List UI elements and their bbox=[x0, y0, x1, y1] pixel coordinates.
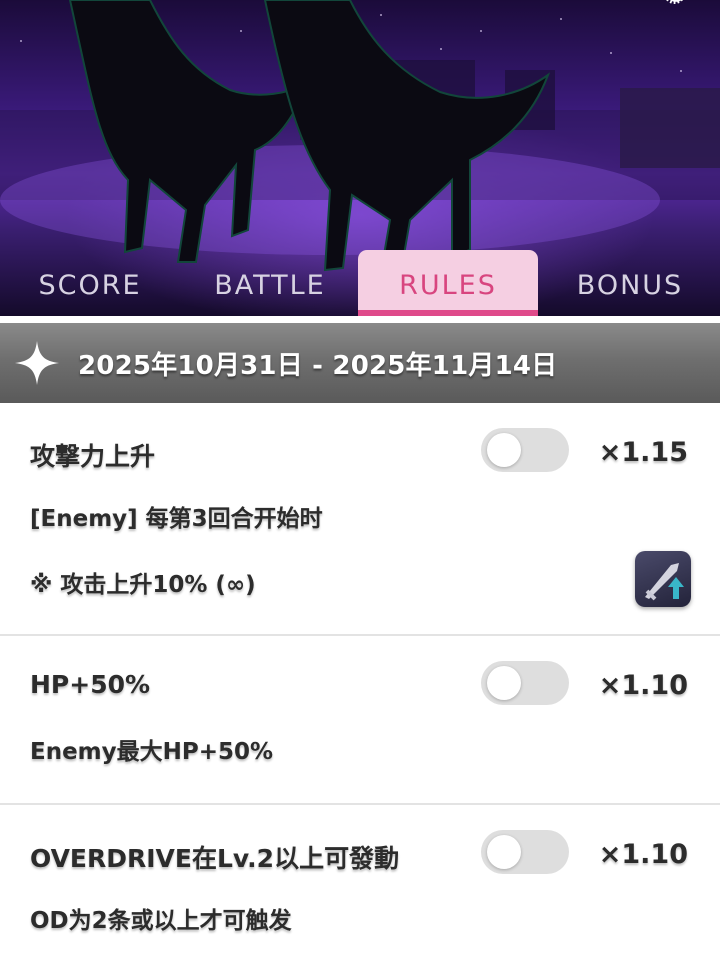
sword-attack-up-icon[interactable] bbox=[635, 551, 691, 607]
rule-multiplier: ×1.15 bbox=[598, 437, 688, 468]
rule-multiplier: ×1.10 bbox=[598, 670, 688, 701]
rule-title: 攻撃力上升 bbox=[30, 442, 156, 471]
tab-rules[interactable]: RULES bbox=[358, 250, 538, 316]
toggle-knob bbox=[487, 835, 521, 869]
period-header: 2025年10月31日 - 2025年11月14日 bbox=[0, 323, 720, 403]
rule-toggle[interactable] bbox=[481, 661, 569, 705]
rule-title: HP+50% bbox=[30, 670, 151, 699]
event-banner: SCORE BATTLE RULES BONUS bbox=[0, 0, 720, 316]
rule-multiplier: ×1.10 bbox=[598, 839, 688, 870]
rule-item: 攻撃力上升 ×1.15 [Enemy] 每第3回合开始时 ※ 攻击上升10% (… bbox=[0, 403, 720, 636]
rule-title: OVERDRIVE在Lv.2以上可發動 bbox=[30, 844, 400, 873]
rule-toggle[interactable] bbox=[481, 830, 569, 874]
rule-toggle[interactable] bbox=[481, 428, 569, 472]
sparkle-burst-icon bbox=[654, 0, 698, 12]
tab-battle[interactable]: BATTLE bbox=[180, 250, 360, 316]
rule-description: [Enemy] 每第3回合开始时 bbox=[30, 506, 323, 532]
tab-bonus[interactable]: BONUS bbox=[540, 250, 720, 316]
divider bbox=[0, 316, 720, 323]
toggle-knob bbox=[487, 433, 521, 467]
rule-note: ※ 攻击上升10% (∞) bbox=[30, 572, 256, 598]
tab-bar: SCORE BATTLE RULES BONUS bbox=[0, 250, 720, 316]
tab-score[interactable]: SCORE bbox=[0, 250, 180, 316]
rule-item: OVERDRIVE在Lv.2以上可發動 ×1.10 OD为2条或以上才可触发 bbox=[0, 805, 720, 979]
rule-item: HP+50% ×1.10 Enemy最大HP+50% bbox=[0, 636, 720, 805]
sparkle-icon bbox=[15, 341, 59, 385]
rule-description: OD为2条或以上才可触发 bbox=[30, 908, 292, 934]
toggle-knob bbox=[487, 666, 521, 700]
period-date-range: 2025年10月31日 - 2025年11月14日 bbox=[78, 350, 558, 381]
rule-description: Enemy最大HP+50% bbox=[30, 739, 274, 765]
